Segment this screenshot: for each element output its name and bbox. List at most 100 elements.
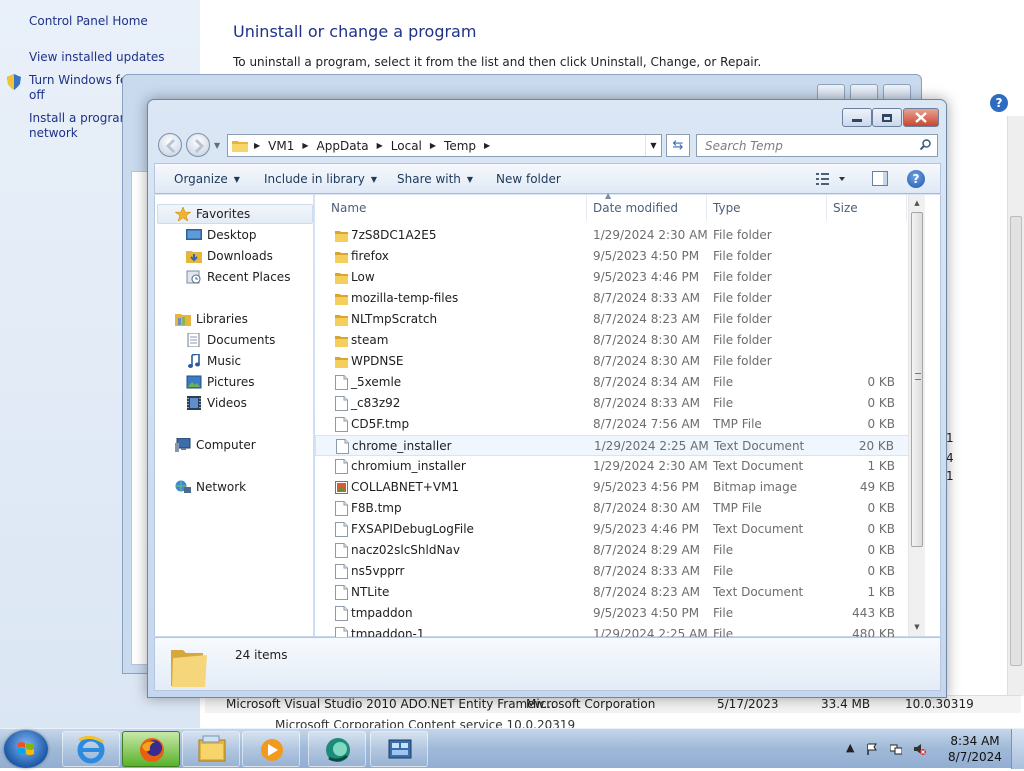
table-row[interactable]: chrome_installer 1/29/2024 2:25 AM Text Do… — [315, 435, 921, 456]
search-icon[interactable] — [920, 139, 931, 150]
address-bar[interactable]: ▶ VM1 ▶ AppData ▶ Local ▶ Temp ▶ ▼ — [227, 134, 662, 157]
help-icon[interactable]: ? — [990, 94, 1008, 112]
control-panel-taskbar-button[interactable] — [370, 731, 428, 767]
help-icon[interactable]: ? — [907, 170, 925, 188]
turn-windows-features-link[interactable]: Turn Windows fea — [29, 73, 135, 88]
nav-recent-places[interactable]: Recent Places — [186, 270, 290, 284]
system-clock[interactable]: 8:34 AM 8/7/2024 — [945, 733, 1005, 765]
file-date-modified: 8/7/2024 7:56 AM — [593, 417, 701, 431]
nav-libraries[interactable]: Libraries — [175, 312, 248, 326]
nav-network[interactable]: Network — [175, 480, 246, 494]
app-taskbar-button[interactable] — [308, 731, 366, 767]
search-input[interactable]: Search Temp — [696, 134, 938, 157]
file-icon — [335, 417, 348, 432]
table-row[interactable]: firefox 9/5/2023 4:50 PM File folder — [315, 246, 921, 267]
table-row[interactable]: FXSAPIDebugLogFile 9/5/2023 4:46 PM Text D… — [315, 519, 921, 540]
action-center-flag-icon[interactable] — [866, 743, 878, 755]
address-dropdown-button[interactable]: ▼ — [645, 135, 661, 156]
start-button[interactable] — [4, 730, 48, 768]
file-date-modified: 8/7/2024 8:34 AM — [593, 375, 701, 389]
breadcrumb-arrow-icon[interactable]: ▶ — [254, 141, 260, 150]
table-row[interactable]: COLLABNET+VM1 9/5/2023 4:56 PM Bitmap imag… — [315, 477, 921, 498]
view-installed-updates-link[interactable]: View installed updates — [29, 50, 165, 65]
internet-explorer-taskbar-button[interactable] — [62, 731, 120, 767]
table-row[interactable]: NLTmpScratch 8/7/2024 8:23 AM File folder — [315, 309, 921, 330]
nav-desktop[interactable]: Desktop — [186, 228, 257, 242]
file-list: ▲ Name Date modified Type Size 7zS8DC1A2… — [315, 191, 941, 642]
column-header-type[interactable]: Type — [707, 195, 827, 221]
table-row[interactable]: _c83z92 8/7/2024 8:33 AM File 0 KB — [315, 393, 921, 414]
recent-pages-dropdown[interactable]: ▼ — [214, 141, 220, 150]
scroll-up-arrow-icon[interactable]: ▲ — [909, 195, 925, 212]
preview-pane-icon[interactable] — [872, 171, 888, 186]
table-row[interactable]: chromium_installer 1/29/2024 2:30 AM Text … — [315, 456, 921, 477]
back-button[interactable] — [158, 133, 182, 157]
nav-music[interactable]: Music — [186, 354, 241, 368]
folder-icon — [335, 336, 348, 347]
control-panel-home-link[interactable]: Control Panel Home — [29, 14, 148, 29]
nav-pictures[interactable]: Pictures — [186, 375, 255, 389]
table-row[interactable]: 7zS8DC1A2E5 1/29/2024 2:30 AM File folder — [315, 225, 921, 246]
new-folder-button[interactable]: New folder — [496, 172, 561, 186]
table-row[interactable]: mozilla-temp-files 8/7/2024 8:33 AM File f… — [315, 288, 921, 309]
column-header-size[interactable]: Size — [827, 195, 907, 221]
scrollbar-thumb[interactable] — [911, 212, 923, 547]
table-row[interactable]: nacz02slcShldNav 8/7/2024 8:29 AM File 0 KB — [315, 540, 921, 561]
table-row[interactable]: tmpaddon 9/5/2023 4:50 PM File 443 KB — [315, 603, 921, 624]
show-hidden-icons-icon[interactable]: ▲ — [846, 741, 854, 754]
explorer-window[interactable]: ▼ ▶ VM1 ▶ AppData ▶ Local ▶ Temp ▶ ▼ ⇆ S… — [147, 99, 947, 698]
breadcrumb-arrow-icon[interactable]: ▶ — [430, 141, 436, 150]
column-header-date-modified[interactable]: Date modified — [587, 195, 707, 221]
breadcrumb-vm1[interactable]: VM1 — [268, 139, 294, 153]
breadcrumb-appdata[interactable]: AppData — [317, 139, 369, 153]
nav-downloads[interactable]: Downloads — [186, 249, 273, 263]
maximize-button[interactable] — [872, 108, 902, 127]
share-with-menu[interactable]: Share with ▼ — [397, 172, 473, 186]
install-program-network-link[interactable]: Install a program — [29, 111, 131, 126]
network-tray-icon[interactable] — [890, 743, 902, 755]
firefox-taskbar-button[interactable] — [122, 731, 180, 767]
breadcrumb-arrow-icon[interactable]: ▶ — [484, 141, 490, 150]
file-name: Low — [351, 270, 375, 284]
breadcrumb-temp[interactable]: Temp — [444, 139, 476, 153]
table-row[interactable]: F8B.tmp 8/7/2024 8:30 AM TMP File 0 KB — [315, 498, 921, 519]
turn-windows-features-link-cont[interactable]: off — [29, 88, 45, 103]
nav-label: Downloads — [207, 249, 273, 263]
minimize-button[interactable] — [842, 108, 872, 127]
close-icon — [915, 112, 927, 123]
show-desktop-button[interactable] — [1011, 729, 1024, 769]
breadcrumb-arrow-icon[interactable]: ▶ — [302, 141, 308, 150]
programs-scrollbar[interactable] — [1007, 116, 1024, 696]
program-list-row-partial[interactable]: Microsoft Corporation Content service 10… — [205, 716, 1021, 728]
file-name: firefox — [351, 249, 389, 263]
page-title: Uninstall or change a program — [233, 22, 477, 41]
table-row[interactable]: steam 8/7/2024 8:30 AM File folder — [315, 330, 921, 351]
page-description: To uninstall a program, select it from t… — [233, 55, 762, 69]
table-row[interactable]: Low 9/5/2023 4:46 PM File folder — [315, 267, 921, 288]
include-in-library-menu[interactable]: Include in library ▼ — [264, 172, 377, 186]
change-view-icon[interactable] — [815, 171, 849, 187]
scroll-down-arrow-icon[interactable]: ▼ — [909, 619, 925, 636]
organize-menu[interactable]: Organize ▼ — [174, 172, 240, 186]
file-explorer-taskbar-button[interactable] — [182, 731, 240, 767]
breadcrumb-local[interactable]: Local — [391, 139, 422, 153]
volume-muted-icon[interactable] — [914, 743, 926, 755]
table-row[interactable]: ns5vpprr 8/7/2024 8:33 AM File 0 KB — [315, 561, 921, 582]
table-row[interactable]: NTLite 8/7/2024 8:23 AM Text Document 1 KB — [315, 582, 921, 603]
refresh-button[interactable]: ⇆ — [666, 134, 690, 157]
media-player-taskbar-button[interactable] — [242, 731, 300, 767]
close-button[interactable] — [903, 108, 939, 127]
table-row[interactable]: _5xemle 8/7/2024 8:34 AM File 0 KB — [315, 372, 921, 393]
table-row[interactable]: CD5F.tmp 8/7/2024 7:56 AM TMP File 0 KB — [315, 414, 921, 435]
nav-computer[interactable]: Computer — [175, 438, 256, 452]
install-program-network-link-cont[interactable]: network — [29, 126, 78, 141]
nav-videos[interactable]: Videos — [186, 396, 247, 410]
column-header-name[interactable]: Name — [325, 195, 587, 221]
nav-favorites[interactable]: Favorites — [175, 207, 250, 221]
breadcrumb-arrow-icon[interactable]: ▶ — [377, 141, 383, 150]
nav-documents[interactable]: Documents — [186, 333, 275, 347]
file-list-scrollbar[interactable]: ▲ ▼ — [908, 195, 925, 636]
forward-button[interactable] — [186, 133, 210, 157]
file-icon — [335, 564, 348, 579]
table-row[interactable]: WPDNSE 8/7/2024 8:30 AM File folder — [315, 351, 921, 372]
